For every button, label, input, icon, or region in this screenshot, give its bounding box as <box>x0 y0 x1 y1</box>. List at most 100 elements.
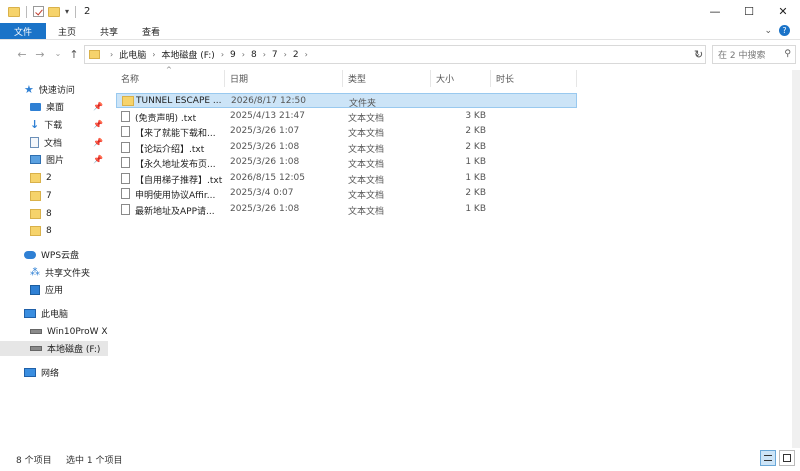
sidebar-item-label: 共享文件夹 <box>45 269 91 279</box>
column-divider[interactable] <box>342 70 343 87</box>
breadcrumb-7[interactable]: 7 <box>272 50 278 60</box>
back-button[interactable]: ← <box>14 48 30 61</box>
up-button[interactable]: ↑ <box>66 48 82 61</box>
properties-icon[interactable] <box>33 6 44 17</box>
sidebar-item-folder-8b[interactable]: 8 <box>0 223 108 238</box>
maximize-button[interactable]: ☐ <box>732 0 766 23</box>
chevron-right-icon[interactable]: › <box>263 50 266 59</box>
file-row[interactable]: 【论坛介绍】.txt 2025/3/26 1:08 文本文档 2 KB <box>116 140 577 155</box>
recent-locations-icon[interactable]: ⌄ <box>50 49 66 58</box>
help-icon[interactable]: ? <box>779 25 790 36</box>
sidebar-item-folder-7[interactable]: 7 <box>0 188 108 203</box>
column-header-duration[interactable]: 时长 <box>496 70 514 87</box>
column-divider[interactable] <box>490 70 491 87</box>
breadcrumb-8[interactable]: 8 <box>251 50 257 60</box>
breadcrumb-this-pc[interactable]: 此电脑 <box>119 48 146 61</box>
sidebar-item-quick-access[interactable]: ★ 快速访问 <box>0 82 108 97</box>
sidebar-item-wps-cloud[interactable]: WPS云盘 <box>0 247 108 262</box>
file-name: 【论坛介绍】.txt <box>135 145 205 155</box>
search-input[interactable]: 在 2 中搜索 ⚲ <box>712 45 796 64</box>
chevron-right-icon[interactable]: › <box>110 50 113 59</box>
file-row[interactable]: TUNNEL ESCAPE ... 2026/8/17 12:50 文件夹 <box>116 93 577 109</box>
file-name: 申明使用协议Affir... <box>135 191 216 201</box>
file-row[interactable]: 申明使用协议Affir... 2025/3/4 0:07 文本文档 2 KB <box>116 186 577 201</box>
sidebar-item-network[interactable]: 网络 <box>0 365 108 380</box>
pin-icon[interactable]: 📌 <box>93 120 103 129</box>
file-type: 文本文档 <box>348 207 385 217</box>
breadcrumb-2[interactable]: 2 <box>293 50 299 60</box>
sidebar-item-folder-8[interactable]: 8 <box>0 206 108 221</box>
navigation-bar: ← → ⌄ ↑ › 此电脑 › 本地磁盘 (F:) › 9 › 8 › 7 › … <box>0 40 800 70</box>
text-file-icon <box>121 157 130 168</box>
customize-toolbar-icon[interactable]: ▾ <box>65 7 69 16</box>
chevron-right-icon[interactable]: › <box>221 50 224 59</box>
window-controls: — ☐ ✕ <box>698 0 800 23</box>
address-bar[interactable]: › 此电脑 › 本地磁盘 (F:) › 9 › 8 › 7 › 2 › ⌄ <box>84 45 706 64</box>
pin-icon[interactable]: 📌 <box>93 102 103 111</box>
search-placeholder: 在 2 中搜索 <box>718 51 766 61</box>
file-date: 2025/3/26 1:08 <box>230 157 300 167</box>
divider <box>75 5 77 18</box>
tab-share[interactable]: 共享 <box>88 23 130 39</box>
sidebar-item-documents[interactable]: 文档 📌 <box>0 135 108 150</box>
large-icons-view-icon <box>783 454 791 462</box>
sidebar-item-win10-drive[interactable]: Win10ProW X <box>0 324 108 339</box>
column-header-date[interactable]: 日期 <box>230 70 248 87</box>
column-header-type[interactable]: 类型 <box>348 70 366 87</box>
desktop-icon <box>30 102 41 111</box>
column-divider[interactable] <box>430 70 431 87</box>
pin-icon[interactable]: 📌 <box>93 155 103 164</box>
sidebar-item-folder-2[interactable]: 2 <box>0 170 108 185</box>
chevron-right-icon[interactable]: › <box>242 50 245 59</box>
sidebar-item-label: WPS云盘 <box>41 251 80 261</box>
chevron-right-icon[interactable]: › <box>284 50 287 59</box>
vertical-scrollbar[interactable] <box>792 70 800 448</box>
breadcrumb-drive-f[interactable]: 本地磁盘 (F:) <box>161 48 214 61</box>
sidebar-item-desktop[interactable]: 桌面 📌 <box>0 99 108 114</box>
file-row[interactable]: 【自用梯子推荐】.txt 2026/8/15 12:05 文本文档 1 KB <box>116 171 577 186</box>
pin-icon[interactable]: 📌 <box>93 138 103 147</box>
file-type: 文本文档 <box>348 114 385 124</box>
file-row[interactable]: 【永久地址发布页... 2025/3/26 1:08 文本文档 1 KB <box>116 155 577 170</box>
text-file-icon <box>121 126 130 137</box>
details-view-button[interactable] <box>760 450 776 466</box>
tab-home[interactable]: 主页 <box>46 23 88 39</box>
file-size: 1 KB <box>465 173 486 183</box>
sidebar-item-downloads[interactable]: ↓ 下载 📌 <box>0 117 108 132</box>
sidebar-item-shared-folder[interactable]: ⁂ 共享文件夹 <box>0 265 108 280</box>
tab-file[interactable]: 文件 <box>0 23 47 39</box>
expand-ribbon-icon[interactable]: ⌄ <box>764 26 772 36</box>
sidebar-item-apps[interactable]: 应用 <box>0 282 108 297</box>
sidebar-item-label: 本地磁盘 (F:) <box>47 345 101 355</box>
column-divider[interactable] <box>576 70 577 87</box>
file-name: 最新地址及APP请... <box>135 207 215 217</box>
folder-icon <box>30 172 41 183</box>
app-icon <box>30 284 40 295</box>
sidebar-item-label: 下载 <box>44 121 63 131</box>
sidebar-item-this-pc[interactable]: 此电脑 <box>0 306 108 321</box>
chevron-right-icon[interactable]: › <box>152 50 155 59</box>
sort-ascending-icon: ^ <box>166 66 172 74</box>
tab-view[interactable]: 查看 <box>130 23 172 39</box>
sidebar-item-drive-f[interactable]: 本地磁盘 (F:) <box>0 341 108 356</box>
sidebar-item-label: 8 <box>46 225 52 236</box>
chevron-right-icon[interactable]: › <box>305 50 308 59</box>
breadcrumb-9[interactable]: 9 <box>230 50 236 60</box>
file-row[interactable]: 【来了就能下载和... 2025/3/26 1:07 文本文档 2 KB <box>116 124 577 139</box>
sidebar-item-pictures[interactable]: 图片 📌 <box>0 152 108 167</box>
minimize-button[interactable]: — <box>698 0 732 23</box>
breadcrumb: › 此电脑 › 本地磁盘 (F:) › 9 › 8 › 7 › 2 › <box>104 48 314 62</box>
file-row[interactable]: 最新地址及APP请... 2025/3/26 1:08 文本文档 1 KB <box>116 202 577 217</box>
new-folder-icon[interactable] <box>48 6 60 17</box>
column-divider[interactable] <box>224 70 225 87</box>
file-row[interactable]: (免责声明) .txt 2025/4/13 21:47 文本文档 3 KB <box>116 109 577 124</box>
column-header-size[interactable]: 大小 <box>436 70 454 87</box>
text-file-icon <box>121 111 130 122</box>
close-button[interactable]: ✕ <box>766 0 800 23</box>
refresh-icon[interactable]: ↻ <box>694 48 703 61</box>
large-icons-view-button[interactable] <box>779 450 795 466</box>
file-type: 文件夹 <box>349 99 377 109</box>
details-view-icon <box>764 455 772 461</box>
forward-button[interactable]: → <box>32 48 48 61</box>
column-header-name[interactable]: 名称 <box>121 70 139 87</box>
